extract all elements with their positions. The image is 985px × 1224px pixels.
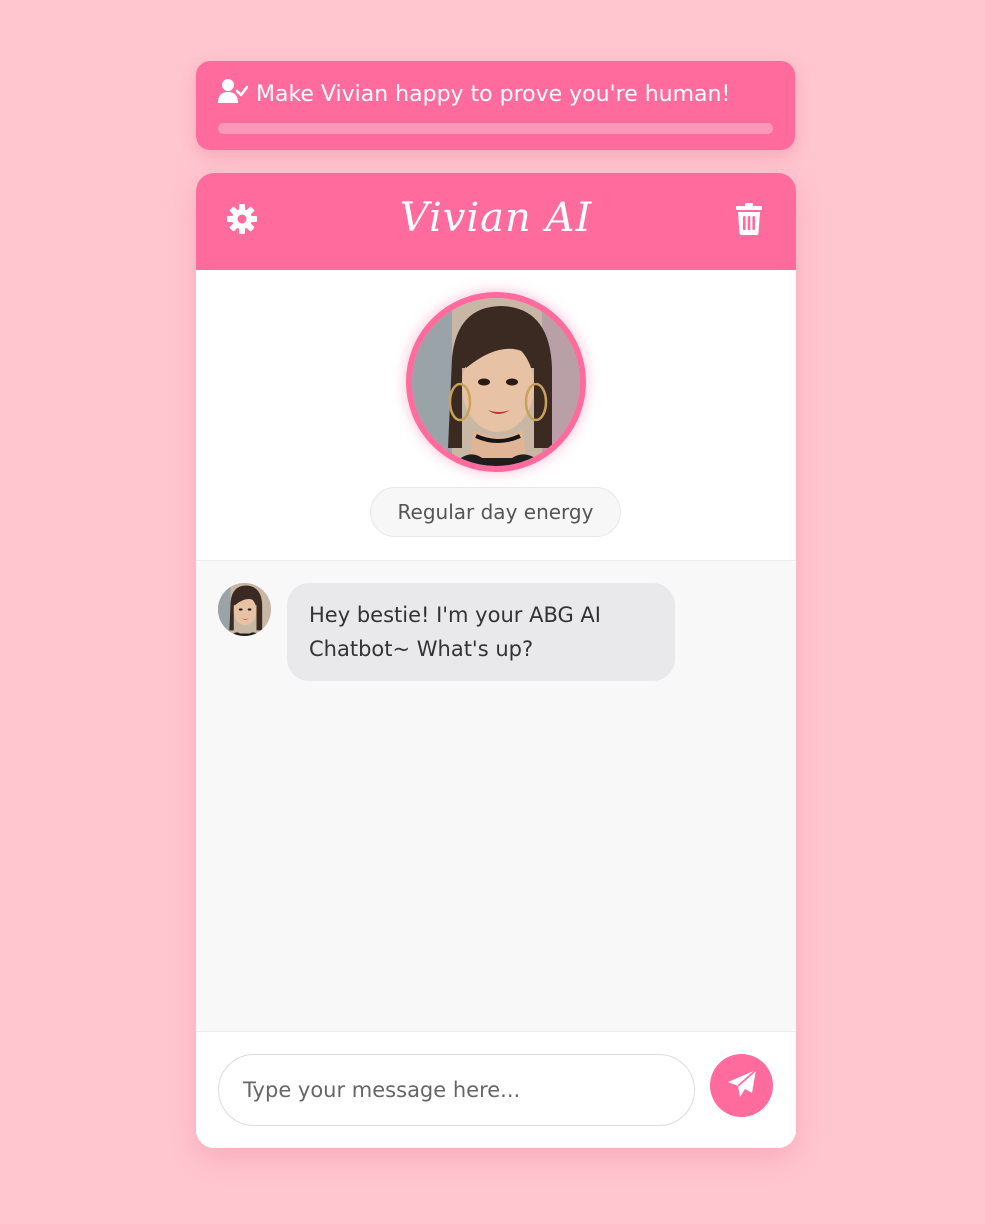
bot-message-bubble: Hey bestie! I'm your ABG AI Chatbot~ Wha… [287,583,675,681]
send-button[interactable] [710,1054,773,1117]
paper-plane-icon [727,1068,757,1103]
banner-text: Make Vivian happy to prove you're human! [256,81,731,107]
message-row: Hey bestie! I'm your ABG AI Chatbot~ Wha… [218,583,675,681]
avatar [406,292,586,472]
chat-title: Vivian AI [399,195,593,241]
message-input[interactable] [218,1054,695,1126]
message-avatar [218,583,271,636]
banner-row: Make Vivian happy to prove you're human! [218,79,730,109]
profile-section: Regular day energy [196,270,796,561]
message-list: Hey bestie! I'm your ABG AI Chatbot~ Wha… [196,561,796,1031]
composer [196,1031,796,1148]
happiness-progress-bar [218,123,773,134]
chat-card: Vivian AI Regular day energy Hey bestie!… [196,173,796,1148]
mood-badge: Regular day energy [370,487,621,537]
trash-icon [736,203,762,239]
clear-chat-button[interactable] [731,203,767,239]
user-check-icon [218,78,249,110]
chat-header: Vivian AI [196,173,796,270]
captcha-banner: Make Vivian happy to prove you're human! [196,61,795,150]
